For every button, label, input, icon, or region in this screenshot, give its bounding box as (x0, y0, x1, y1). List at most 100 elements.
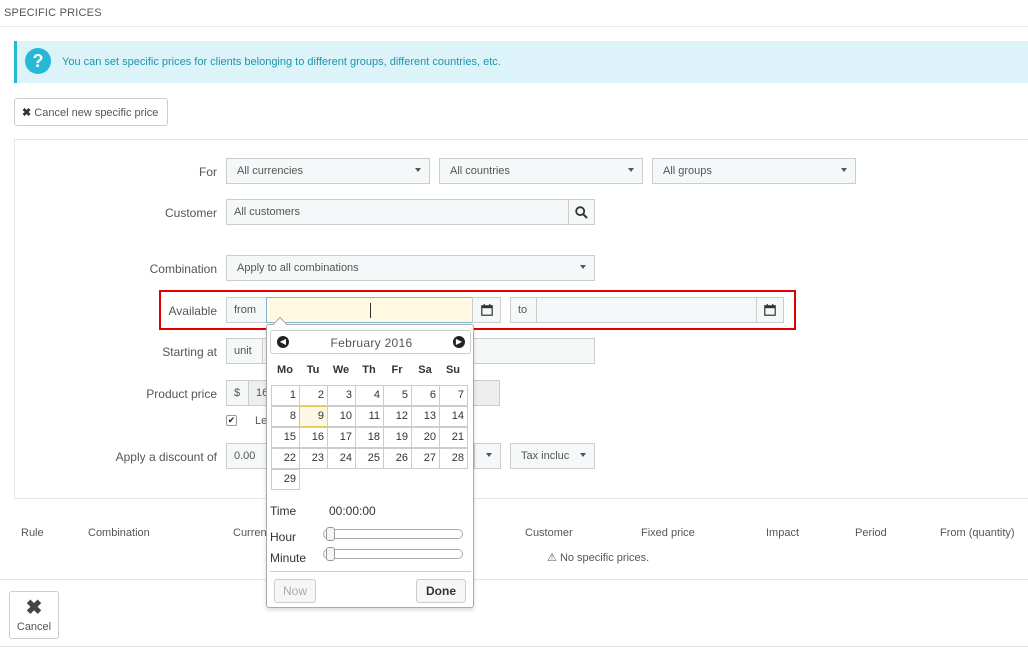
minute-slider[interactable] (323, 547, 463, 561)
calendar-day[interactable]: 2 (299, 385, 328, 406)
for-label: For (199, 165, 217, 179)
leave-base-price-checkbox[interactable]: ✔ (226, 415, 237, 426)
calendar-day[interactable]: 8 (271, 406, 300, 427)
unit-addon: unit (226, 338, 263, 364)
combination-value: Apply to all combinations (237, 262, 359, 274)
datepicker-header: ◀ February 2016 ▶ (270, 330, 471, 354)
column-header-fixed-price: Fixed price (641, 527, 695, 539)
alert-text: You can set specific prices for clients … (62, 56, 501, 68)
calendar-day[interactable]: 3 (327, 385, 356, 406)
discount-type-select[interactable] (474, 443, 501, 469)
customer-label: Customer (164, 206, 217, 220)
calendar-day[interactable]: 26 (383, 448, 412, 469)
weekday-th: Th (362, 364, 376, 376)
calendar-icon (764, 304, 776, 316)
calendar-day[interactable]: 21 (439, 427, 468, 448)
calendar-day[interactable]: 7 (439, 385, 468, 406)
cancel-button[interactable]: ✖ Cancel (9, 591, 59, 639)
text-cursor (370, 303, 371, 318)
combination-select[interactable]: Apply to all combinations (226, 255, 595, 281)
cancel-label: Cancel (16, 621, 52, 633)
minute-label: Minute (270, 551, 307, 565)
currency-addon: $ (226, 380, 249, 406)
customer-search-button[interactable] (568, 199, 595, 225)
calendar-day[interactable]: 14 (439, 406, 468, 427)
to-date-input[interactable] (536, 297, 757, 323)
calendar-day[interactable]: 11 (355, 406, 384, 427)
group-value: All groups (663, 165, 712, 177)
calendar-day[interactable]: 20 (411, 427, 440, 448)
datepicker-divider (270, 571, 471, 572)
column-header-from-quantity: From (quantity) (940, 527, 1015, 539)
starting-at-label: Starting at (162, 345, 217, 359)
weekday-fr: Fr (391, 364, 403, 376)
time-value: 00:00:00 (329, 504, 376, 518)
chevron-down-icon (841, 168, 847, 172)
customer-input[interactable]: All customers (226, 199, 569, 225)
chevron-down-icon (580, 265, 586, 269)
cancel-new-specific-price-button[interactable]: ✖ Cancel new specific price (14, 98, 168, 126)
hour-slider[interactable] (323, 527, 463, 541)
next-month-button[interactable]: ▶ (453, 336, 465, 348)
done-button[interactable]: Done (416, 579, 466, 603)
hour-slider-handle[interactable] (326, 527, 335, 541)
combination-label: Combination (149, 262, 217, 276)
chevron-down-icon (415, 168, 421, 172)
page-title: SPECIFIC PRICES (4, 7, 102, 19)
from-calendar-button[interactable] (472, 297, 501, 323)
column-header-impact: Impact (766, 527, 800, 539)
column-header-combination: Combination (88, 527, 150, 539)
currency-select[interactable]: All currencies (226, 158, 430, 184)
country-value: All countries (450, 165, 510, 177)
group-select[interactable]: All groups (652, 158, 856, 184)
country-select[interactable]: All countries (439, 158, 643, 184)
calendar-icon (480, 304, 493, 316)
calendar-day[interactable]: 12 (383, 406, 412, 427)
calendar-day[interactable]: 4 (355, 385, 384, 406)
calendar-day[interactable]: 25 (355, 448, 384, 469)
product-price-label: Product price (146, 387, 217, 401)
weekday-mo: Mo (277, 364, 293, 376)
calendar-day[interactable]: 5 (383, 385, 412, 406)
calendar-day[interactable]: 9 (299, 406, 328, 427)
weekday-su: Su (445, 364, 461, 376)
month-label: February 2016 (330, 336, 413, 350)
minute-slider-handle[interactable] (326, 547, 335, 561)
calendar-day[interactable]: 17 (327, 427, 356, 448)
calendar-day[interactable]: 27 (411, 448, 440, 469)
datepicker-popup: ◀ February 2016 ▶ Mo Tu We Th Fr Sa Su 1234567… (266, 316, 474, 608)
footer-bottom-divider (0, 646, 1028, 647)
chevron-down-icon (486, 453, 492, 457)
chevron-down-icon (580, 453, 586, 457)
calendar-day[interactable]: 24 (327, 448, 356, 469)
to-addon: to (510, 297, 537, 323)
weekday-we: We (332, 364, 350, 376)
weekday-tu: Tu (306, 364, 320, 376)
to-calendar-button[interactable] (756, 297, 784, 323)
available-label: Available (168, 304, 217, 318)
calendar-day[interactable]: 10 (327, 406, 356, 427)
from-date-input[interactable] (266, 297, 473, 323)
calendar-day[interactable]: 15 (271, 427, 300, 448)
column-header-customer: Customer (525, 527, 573, 539)
calendar-day[interactable]: 16 (299, 427, 328, 448)
calendar-day[interactable]: 22 (271, 448, 300, 469)
tax-select[interactable]: Tax incluc (510, 443, 595, 469)
search-icon (575, 205, 588, 219)
calendar-day[interactable]: 1 (271, 385, 300, 406)
calendar-day[interactable]: 6 (411, 385, 440, 406)
now-button[interactable]: Now (274, 579, 316, 603)
time-label: Time (270, 504, 297, 518)
calendar-day[interactable]: 19 (383, 427, 412, 448)
title-divider (0, 26, 1028, 27)
calendar-day[interactable]: 28 (439, 448, 468, 469)
calendar-day[interactable]: 23 (299, 448, 328, 469)
hour-label: Hour (270, 530, 297, 544)
calendar-day[interactable]: 13 (411, 406, 440, 427)
calendar-day[interactable]: 18 (355, 427, 384, 448)
calendar-day[interactable]: 29 (271, 469, 300, 490)
discount-label: Apply a discount of (115, 450, 217, 464)
close-icon: ✖ (25, 597, 43, 619)
info-alert: ? You can set specific prices for client… (14, 41, 1028, 83)
cancel-new-label: Cancel new specific price (34, 107, 159, 119)
